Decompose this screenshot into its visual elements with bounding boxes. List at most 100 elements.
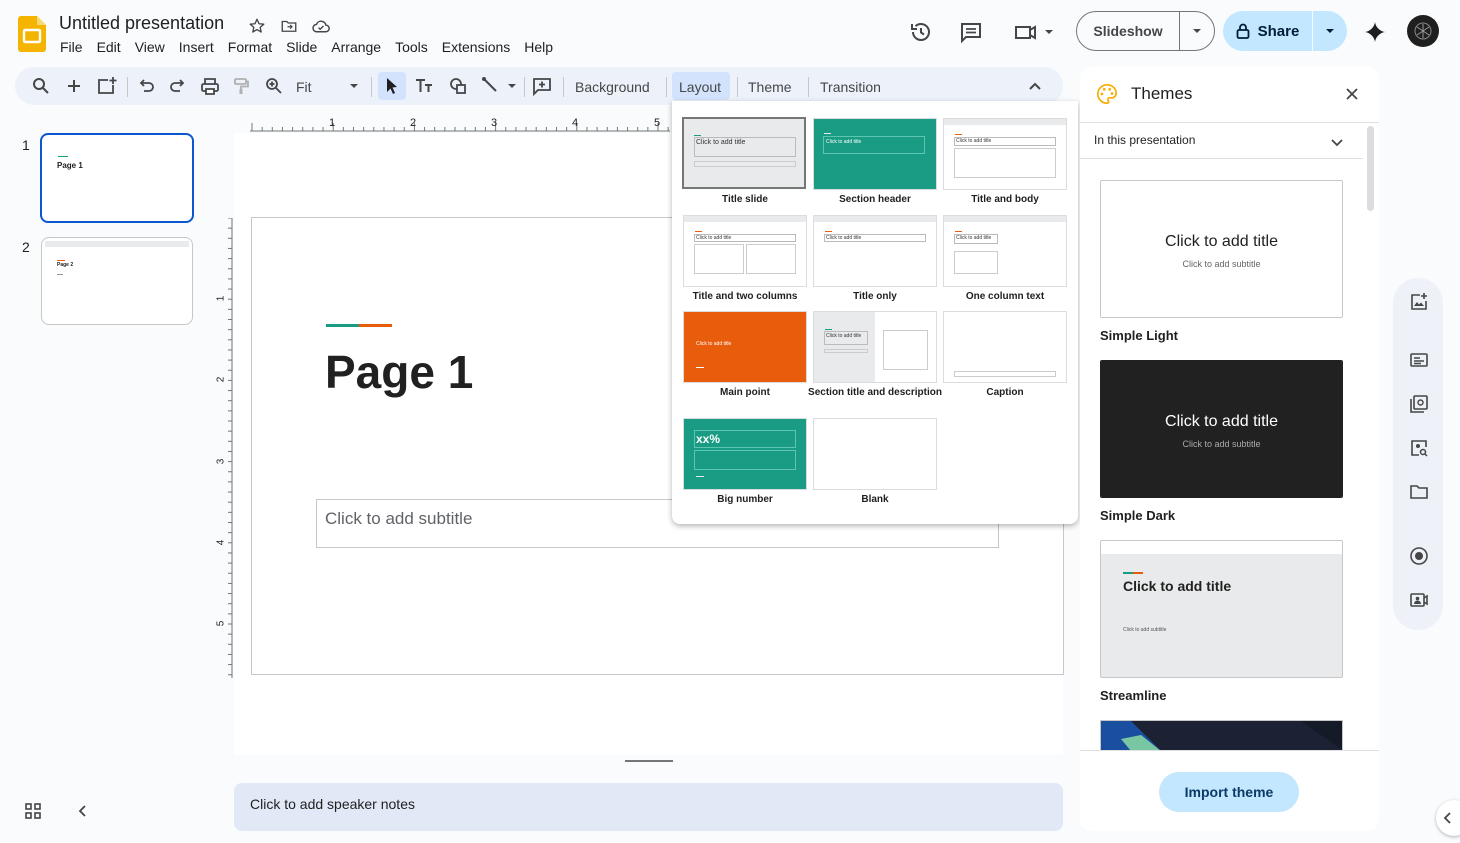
import-theme-button[interactable]: Import theme [1159,772,1299,812]
text-box-icon[interactable] [414,76,434,96]
close-icon[interactable] [1344,86,1360,102]
menu-tools[interactable]: Tools [395,39,428,57]
layout-button[interactable]: Layout [679,77,721,97]
zoom-dropdown-icon[interactable] [347,76,361,96]
theme-button[interactable]: Theme [748,77,792,97]
share-dropdown-icon[interactable] [1313,25,1347,37]
layout-title-and-two-columns[interactable]: Click to add title [683,215,807,287]
shape-icon[interactable] [448,76,468,96]
document-title[interactable]: Untitled presentation [59,13,224,34]
menu-slide[interactable]: Slide [286,39,317,57]
slides-logo[interactable] [18,16,46,52]
layout-main-point[interactable]: Click to add title [683,311,807,383]
collapse-panel-icon[interactable] [74,802,92,820]
slideshow-button[interactable]: Slideshow [1076,11,1215,51]
background-button[interactable]: Background [575,77,650,97]
slideshow-dropdown-icon[interactable] [1180,25,1214,37]
menu-edit[interactable]: Edit [97,39,121,57]
video-person-icon[interactable] [1409,590,1429,610]
speaker-notes-placeholder[interactable]: Click to add speaker notes [250,796,415,812]
layout-label: One column text [965,291,1045,302]
meet-icon[interactable] [1013,20,1057,44]
cloud-saved-icon[interactable] [311,17,331,35]
subtitle-placeholder[interactable]: Click to add subtitle [325,509,472,529]
portrait-search-icon[interactable] [1409,438,1429,458]
menu-bar: File Edit View Insert Format Slide Arran… [60,39,567,57]
comment-add-icon[interactable] [532,76,552,96]
layout-label: Caption [986,387,1024,398]
collapse-toolbar-icon[interactable] [1025,76,1045,96]
search-icon[interactable] [31,76,51,96]
menu-arrange[interactable]: Arrange [331,39,381,57]
menu-extensions[interactable]: Extensions [442,39,510,57]
image-add-icon[interactable] [1409,292,1429,312]
slideshow-label[interactable]: Slideshow [1077,11,1180,51]
layout-title-only[interactable]: Click to add title [813,215,937,287]
slide-number-1: 1 [22,137,30,153]
palette-icon [1096,83,1118,105]
share-label: Share [1257,22,1300,40]
grid-view-icon[interactable] [24,802,42,820]
themes-scrollbar[interactable] [1367,126,1374,211]
theme-name: Streamline [1100,688,1167,703]
share-button[interactable]: Share [1223,11,1347,51]
slide-thumbnail-title: Page 1 [57,161,83,170]
menu-help[interactable]: Help [524,39,553,57]
notes-resize-handle[interactable] [625,760,673,762]
layout-section-header[interactable]: Click to add title [813,118,937,190]
layout-title-and-body[interactable]: Click to add title [943,118,1067,190]
gemini-icon[interactable] [1363,20,1387,44]
lock-icon [1236,23,1250,39]
themes-filter-dropdown[interactable]: In this presentation [1094,133,1195,147]
theme-simple-light[interactable]: Click to add title Click to add subtitle [1100,180,1343,318]
move-folder-icon[interactable] [280,17,298,35]
print-icon[interactable] [200,76,220,96]
avatar[interactable] [1407,15,1439,47]
layout-label: Section title and description [808,387,942,398]
line-icon[interactable] [481,76,517,96]
layout-big-number[interactable]: xx% [683,418,807,490]
theme-next-partial[interactable] [1100,720,1343,750]
library-icon[interactable] [1409,394,1429,414]
menu-file[interactable]: File [60,39,83,57]
paint-format-icon[interactable] [231,76,251,96]
slide-thumbnail-1[interactable]: Page 1 [40,133,194,223]
menu-format[interactable]: Format [228,39,272,57]
menu-insert[interactable]: Insert [179,39,214,57]
title-accent-orange [359,324,392,327]
new-slide-icon[interactable] [64,76,84,96]
layout-label: Title and body [971,194,1039,205]
slide-number-2: 2 [22,239,30,255]
slide-title[interactable]: Page 1 [325,345,473,399]
star-icon[interactable] [248,17,266,35]
theme-simple-dark[interactable]: Click to add title Click to add subtitle [1100,360,1343,498]
zoom-select[interactable]: Fit [296,77,312,97]
layout-one-column-text[interactable]: Click to add title [943,215,1067,287]
menu-view[interactable]: View [135,39,165,57]
new-slide-layout-icon[interactable] [96,76,118,96]
folder-icon[interactable] [1409,482,1429,502]
zoom-icon[interactable] [264,76,284,96]
layout-section-title-and-description[interactable]: Click to add title [813,311,937,383]
chevron-down-icon[interactable] [1329,134,1345,150]
layout-caption[interactable] [943,311,1067,383]
slide-thumbnail-title: Page 2 [57,262,74,268]
version-history-icon[interactable] [909,20,933,44]
slide-thumbnail-2[interactable]: Page 2 [41,237,193,325]
layout-label: Main point [720,387,770,398]
theme-streamline[interactable]: Click to add title Click to add subtitle [1100,540,1343,678]
comments-icon[interactable] [959,20,983,44]
text-layout-icon[interactable] [1409,350,1429,370]
layout-blank[interactable] [813,418,937,490]
select-cursor-icon[interactable] [382,76,402,96]
title-accent-teal [326,324,359,327]
ruler-vertical: 1 2 3 4 5 [215,218,233,678]
undo-icon[interactable] [136,76,156,96]
transition-button[interactable]: Transition [820,77,881,97]
layout-label: Title and two columns [692,291,798,302]
layout-title-slide[interactable]: Click to add title [682,117,806,189]
redo-icon[interactable] [168,76,188,96]
expand-side-panel-button[interactable] [1436,800,1460,836]
layout-menu: Click to add title Title slide Click to … [672,101,1078,524]
record-icon[interactable] [1409,546,1429,566]
